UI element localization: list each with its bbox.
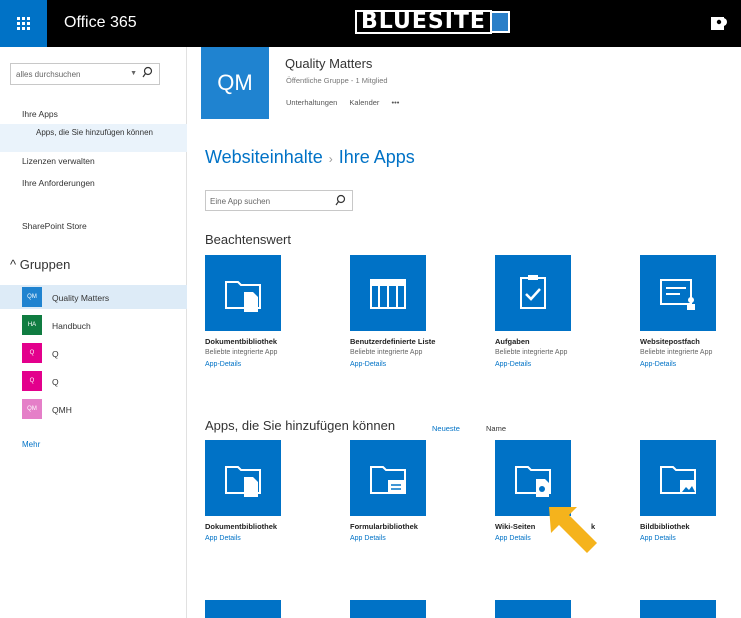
highlight-arrow-icon — [549, 507, 597, 553]
app-tile-dokumentbibliothek[interactable] — [205, 255, 281, 331]
nav-sharepoint-store[interactable]: SharePoint Store — [22, 221, 87, 231]
app-name[interactable]: Benutzerdefinierte Liste — [350, 337, 435, 346]
app-description: Beliebte integrierte App — [495, 349, 568, 356]
tasks-icon — [520, 275, 546, 309]
app-details-link[interactable]: App Details — [495, 535, 531, 542]
group-logo-tile[interactable]: QM — [201, 47, 269, 119]
conversations-link[interactable]: Unterhaltungen — [286, 98, 337, 107]
search-icon[interactable] — [142, 66, 153, 78]
app-search-placeholder: Eine App suchen — [210, 197, 271, 206]
app-details-link[interactable]: App Details — [350, 535, 386, 542]
brand-title[interactable]: Office 365 — [64, 14, 137, 32]
app-name[interactable]: Wiki-Seiten — [495, 522, 535, 531]
groups-heading-label: Gruppen — [19, 257, 71, 272]
group-name: Q — [52, 349, 59, 359]
group-badge: Q — [22, 371, 42, 391]
noteworthy-heading: Beachtenswert — [205, 232, 291, 247]
logo-square — [491, 11, 510, 33]
breadcrumb-site-contents[interactable]: Websiteinhalte — [205, 147, 323, 167]
page-title: Websiteinhalte › Ihre Apps — [205, 147, 415, 168]
app-search-input[interactable]: Eine App suchen — [205, 190, 353, 211]
app-tile-partial[interactable] — [640, 600, 716, 618]
chevron-up-icon: ^ — [10, 257, 17, 272]
app-tile-bildbibliothek[interactable] — [640, 440, 716, 516]
app-tile-websitepostfach[interactable] — [640, 255, 716, 331]
app-tile-dokumentbibliothek[interactable] — [205, 440, 281, 516]
nav-apps-hinzufuegen[interactable]: Apps, die Sie hinzufügen können — [0, 124, 187, 152]
group-title[interactable]: Quality Matters — [285, 56, 372, 71]
group-item[interactable]: Q Q — [0, 369, 187, 393]
app-description: Beliebte integrierte App — [205, 349, 278, 356]
app-tile-formularbibliothek[interactable] — [350, 440, 426, 516]
search-input[interactable]: alles durchsuchen ▼ — [10, 63, 160, 85]
nav-apps-hinzufuegen-label: Apps, die Sie hinzufügen können — [36, 128, 153, 137]
app-tile-benutzerdefinierte-liste[interactable] — [350, 255, 426, 331]
breadcrumb-your-apps: Ihre Apps — [338, 147, 415, 167]
scope-dropdown-icon[interactable]: ▼ — [130, 70, 137, 77]
app-name[interactable]: Websitepostfach — [640, 337, 700, 346]
calendar-link[interactable]: Kalender — [349, 98, 379, 107]
breadcrumb-separator: › — [328, 152, 333, 166]
app-name[interactable]: Formularbibliothek — [350, 522, 418, 531]
group-badge: QM — [22, 399, 42, 419]
group-name: Handbuch — [52, 321, 91, 331]
group-item[interactable]: HA Handbuch — [0, 313, 187, 337]
group-links: Unterhaltungen Kalender ••• — [286, 98, 409, 107]
app-details-link[interactable]: App-Details — [495, 361, 531, 368]
suite-bar: Office 365 BLUESITE — [0, 0, 741, 47]
group-badge: HA — [22, 315, 42, 335]
group-item[interactable]: QM QMH — [0, 397, 187, 421]
form-library-icon — [370, 466, 406, 494]
site-mailbox-icon — [660, 279, 695, 310]
group-name: Q — [52, 377, 59, 387]
app-tile-aufgaben[interactable] — [495, 255, 571, 331]
app-description: Beliebte integrierte App — [350, 349, 423, 356]
group-subtitle: Öffentliche Gruppe - 1 Mitglied — [286, 76, 388, 85]
wiki-library-icon — [515, 466, 551, 497]
app-details-link[interactable]: App Details — [205, 535, 241, 542]
sort-name-link[interactable]: Name — [486, 424, 506, 433]
custom-list-icon — [370, 279, 406, 309]
group-name: Quality Matters — [52, 293, 110, 303]
left-navigation: alles durchsuchen ▼ Ihre Apps Apps, die … — [0, 47, 187, 618]
app-details-link[interactable]: App-Details — [350, 361, 386, 368]
app-name[interactable]: Dokumentbibliothek — [205, 522, 277, 531]
bluesite-logo: BLUESITE — [355, 9, 510, 35]
group-name: QMH — [52, 405, 72, 415]
nav-ihre-apps[interactable]: Ihre Apps — [22, 109, 58, 119]
logo-text: BLUESITE — [355, 10, 492, 34]
group-badge: Q — [22, 343, 42, 363]
more-options-icon[interactable]: ••• — [392, 98, 400, 107]
document-library-icon — [225, 281, 261, 312]
nav-anforderungen[interactable]: Ihre Anforderungen — [22, 178, 95, 188]
user-icon[interactable] — [709, 13, 729, 33]
waffle-icon[interactable] — [0, 0, 47, 47]
app-name[interactable]: Aufgaben — [495, 337, 530, 346]
app-tile-partial[interactable] — [205, 600, 281, 618]
picture-library-icon — [660, 466, 696, 494]
groups-heading[interactable]: ^ Gruppen — [10, 257, 70, 272]
addable-heading: Apps, die Sie hinzufügen können — [205, 418, 396, 433]
group-item[interactable]: QM Quality Matters — [0, 285, 187, 309]
more-link[interactable]: Mehr — [22, 440, 40, 449]
sort-newest-link[interactable]: Neueste — [432, 424, 460, 433]
search-placeholder: alles durchsuchen — [16, 70, 81, 79]
app-tile-partial[interactable] — [350, 600, 426, 618]
search-icon[interactable] — [335, 194, 346, 206]
app-name[interactable]: Bildbibliothek — [640, 522, 690, 531]
app-name[interactable]: Dokumentbibliothek — [205, 337, 277, 346]
app-details-link[interactable]: App Details — [640, 535, 676, 542]
app-details-link[interactable]: App-Details — [640, 361, 676, 368]
app-description: Beliebte integrierte App — [640, 349, 713, 356]
group-item[interactable]: Q Q — [0, 341, 187, 365]
app-tile-partial[interactable] — [495, 600, 571, 618]
document-library-icon — [225, 466, 261, 497]
app-details-link[interactable]: App-Details — [205, 361, 241, 368]
group-badge: QM — [22, 287, 42, 307]
nav-lizenzen[interactable]: Lizenzen verwalten — [22, 156, 95, 166]
